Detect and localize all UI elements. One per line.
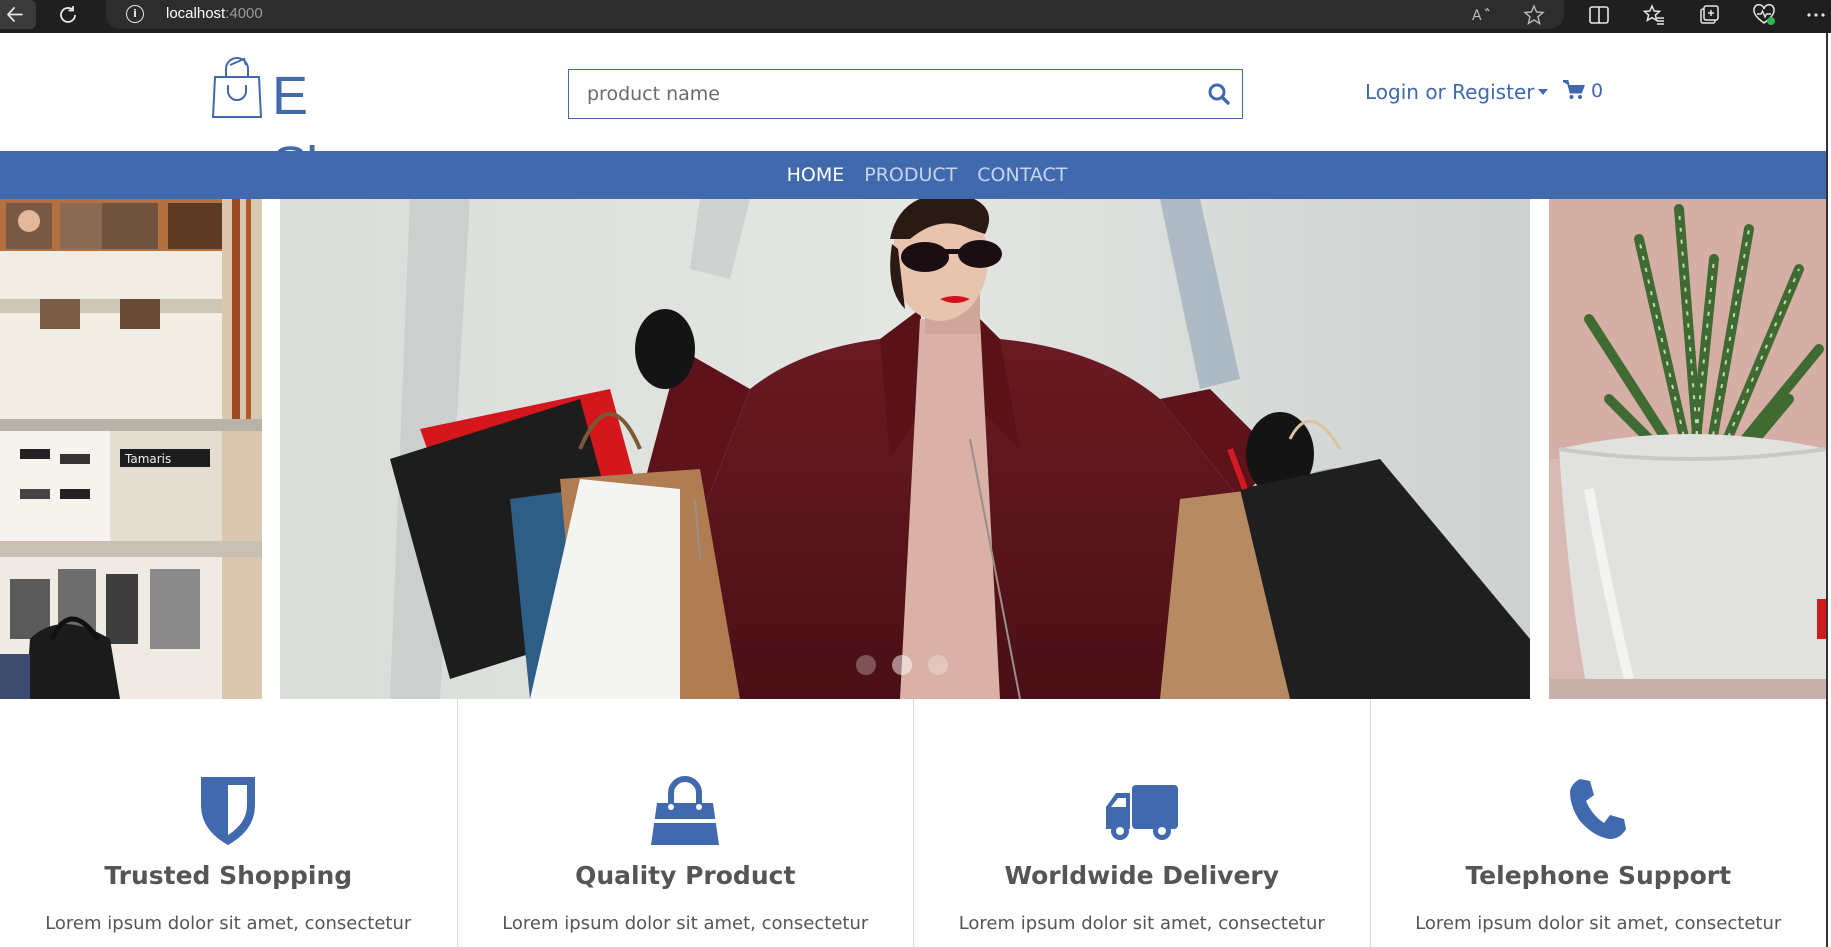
truck-icon (1105, 785, 1178, 840)
nav-item-product[interactable]: PRODUCT (854, 151, 967, 199)
nav-item-home[interactable]: HOME (777, 151, 855, 199)
cart-count: 0 (1591, 80, 1604, 102)
nav-item-contact[interactable]: CONTACT (967, 151, 1077, 199)
feature-title: Quality Product (575, 861, 796, 890)
feature-text: Lorem ipsum dolor sit amet, consectetur (45, 913, 412, 934)
read-aloud-icon[interactable]: A (1469, 3, 1493, 27)
feature-telephone-support: Telephone Support Lorem ipsum dolor sit … (1369, 699, 1827, 947)
woman-shopping-image (280, 199, 1530, 699)
cart-icon (1563, 80, 1585, 99)
carousel-slide-store[interactable]: Tamaris (0, 199, 262, 699)
feature-quality-product: Quality Product Lorem ipsum dolor sit am… (456, 699, 914, 947)
carousel-slide-shopper[interactable] (280, 199, 1530, 699)
carousel-indicators (856, 655, 948, 675)
reload-icon (60, 6, 76, 23)
feature-title: Worldwide Delivery (1004, 861, 1280, 890)
feature-trusted-shopping: Trusted Shopping Lorem ipsum dolor sit a… (0, 699, 457, 947)
carousel-slide-plant[interactable] (1549, 199, 1826, 699)
hero-carousel: Tamaris (0, 199, 1826, 699)
features-section: Trusted Shopping Lorem ipsum dolor sit a… (0, 699, 1826, 947)
login-register-dropdown[interactable]: Login or Register (1365, 80, 1549, 104)
shopping-bag-icon (651, 776, 720, 845)
reload-button[interactable] (56, 3, 80, 27)
logo[interactable]: E Shop (210, 55, 430, 196)
split-screen-icon[interactable] (1587, 3, 1611, 27)
favorites-icon[interactable] (1642, 3, 1666, 27)
site-info-icon[interactable]: i (126, 5, 144, 23)
feature-title: Telephone Support (1465, 861, 1732, 890)
carousel-dot-1[interactable] (856, 655, 876, 675)
browser-toolbar: i localhost:4000 A (0, 0, 1831, 33)
arrow-left-icon (7, 7, 23, 22)
favorite-star-icon[interactable] (1522, 3, 1546, 27)
search-box (568, 69, 1243, 119)
feature-text: Lorem ipsum dolor sit amet, consectetur (1415, 913, 1782, 934)
store-interior-image: Tamaris (0, 199, 262, 699)
address-bar[interactable]: i localhost:4000 A (106, 0, 1564, 29)
shield-icon (201, 777, 256, 845)
phone-icon (1570, 779, 1627, 839)
main-nav: HOME PRODUCT CONTACT (0, 151, 1826, 199)
carousel-dot-2[interactable] (892, 655, 912, 675)
feature-text: Lorem ipsum dolor sit amet, consectetur (958, 913, 1325, 934)
more-menu-icon[interactable] (1804, 3, 1828, 27)
search-input[interactable] (569, 70, 1189, 117)
svg-text:A: A (1472, 8, 1482, 24)
feature-title: Trusted Shopping (104, 861, 353, 890)
page-edge (1826, 33, 1831, 947)
collections-icon[interactable] (1697, 3, 1721, 27)
browser-essentials-icon[interactable] (1752, 3, 1776, 27)
shopping-bag-logo-icon (211, 57, 263, 118)
login-register-label: Login or Register (1365, 80, 1535, 104)
feature-worldwide-delivery: Worldwide Delivery Lorem ipsum dolor sit… (913, 699, 1370, 947)
url-host: localhost (166, 5, 226, 22)
potted-plant-image (1549, 199, 1826, 699)
url-port: :4000 (225, 5, 263, 22)
site-header: E Shop Login or Register 0 (0, 33, 1826, 196)
caret-down-icon (1538, 89, 1549, 95)
search-icon[interactable] (1206, 81, 1232, 107)
feature-text: Lorem ipsum dolor sit amet, consectetur (502, 913, 869, 934)
carousel-dot-3[interactable] (928, 655, 948, 675)
cart-button[interactable]: 0 (1563, 80, 1603, 102)
back-button[interactable] (0, 0, 36, 29)
svg-text:Tamaris: Tamaris (124, 452, 171, 466)
url-text[interactable]: localhost:4000 (166, 5, 263, 22)
